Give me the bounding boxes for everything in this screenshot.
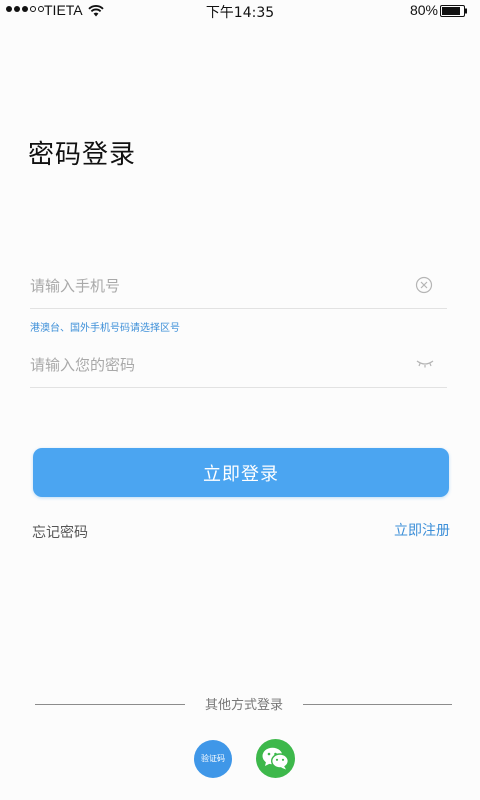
- forgot-password-link[interactable]: 忘记密码: [32, 522, 88, 542]
- page-title: 密码登录: [28, 140, 137, 170]
- divider-right: [303, 704, 452, 705]
- login-screen: TIETA 下午14:35 80% 密码登录 港澳台、国外手机号码请选择区号: [0, 0, 480, 800]
- battery-percentage: 80%: [409, 2, 438, 18]
- phone-field: [30, 264, 447, 309]
- sms-code-login-button[interactable]: 验证码: [194, 740, 232, 778]
- password-input[interactable]: [30, 343, 400, 387]
- phone-input[interactable]: [30, 264, 400, 308]
- clear-icon[interactable]: [415, 276, 433, 294]
- international-number-hint[interactable]: 港澳台、国外手机号码请选择区号: [30, 319, 180, 334]
- status-time: 下午14:35: [205, 5, 275, 21]
- divider-left: [35, 704, 185, 705]
- status-bar: TIETA 下午14:35 80%: [0, 0, 480, 22]
- login-button[interactable]: 立即登录: [33, 448, 449, 497]
- password-field: [30, 343, 447, 388]
- register-link[interactable]: 立即注册: [394, 520, 450, 540]
- battery-icon: [440, 5, 467, 17]
- other-methods-label: 其他方式登录: [204, 698, 283, 713]
- eye-closed-icon[interactable]: [415, 358, 435, 370]
- wechat-login-button[interactable]: [256, 739, 295, 778]
- wechat-icon: [262, 747, 289, 770]
